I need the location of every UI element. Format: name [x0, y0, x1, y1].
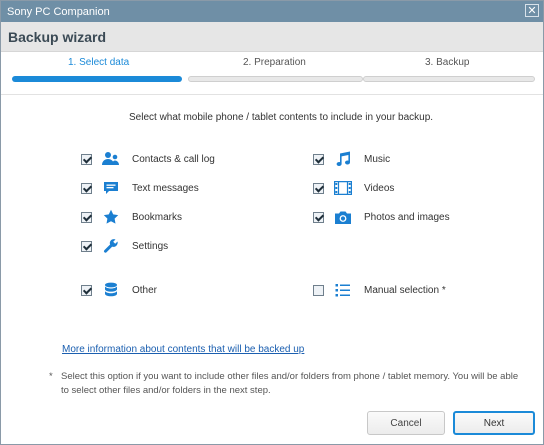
page-title: Backup wizard	[8, 28, 107, 45]
music-note-icon	[334, 150, 352, 168]
contacts-checkbox[interactable]	[81, 153, 92, 165]
cancel-button[interactable]: Cancel	[367, 411, 445, 435]
option-text-messages[interactable]: Text messages	[81, 178, 199, 198]
star-icon	[102, 208, 120, 226]
footnote-star: *	[49, 371, 53, 382]
more-info-link[interactable]: More information about contents that wil…	[62, 344, 304, 355]
text-messages-checkbox[interactable]	[81, 182, 92, 194]
contacts-label: Contacts & call log	[132, 153, 215, 165]
footnote-text: Select this option if you want to includ…	[61, 371, 519, 396]
option-photos[interactable]: Photos and images	[313, 207, 450, 227]
backup-wizard-window: Sony PC Companion ✕ Backup wizard 1. Sel…	[0, 0, 544, 445]
wizard-header: Backup wizard	[1, 22, 543, 52]
window-title: Sony PC Companion	[7, 5, 110, 18]
music-label: Music	[364, 153, 391, 165]
title-bar: Sony PC Companion ✕	[1, 1, 543, 22]
option-manual-selection[interactable]: Manual selection *	[313, 280, 446, 300]
other-label: Other	[132, 284, 158, 296]
music-checkbox[interactable]	[313, 153, 324, 165]
option-settings[interactable]: Settings	[81, 236, 168, 256]
photos-label: Photos and images	[364, 211, 450, 223]
close-button[interactable]: ✕	[525, 4, 539, 17]
videos-label: Videos	[364, 182, 395, 194]
list-icon	[334, 281, 352, 299]
wizard-steps: 1. Select data 2. Preparation 3. Backup	[1, 52, 543, 95]
step-select-data: 1. Select data	[68, 57, 130, 68]
other-checkbox[interactable]	[81, 284, 92, 296]
step-progress-backup	[363, 76, 535, 82]
videos-checkbox[interactable]	[313, 182, 324, 194]
message-icon	[102, 179, 120, 197]
settings-checkbox[interactable]	[81, 240, 92, 252]
next-button[interactable]: Next	[453, 411, 535, 435]
bookmarks-checkbox[interactable]	[81, 211, 92, 223]
bookmarks-label: Bookmarks	[132, 211, 183, 223]
settings-label: Settings	[132, 240, 169, 252]
instruction-text: Select what mobile phone / tablet conten…	[129, 112, 434, 123]
contacts-icon	[102, 150, 120, 168]
step-progress-active	[12, 76, 182, 82]
database-icon	[102, 281, 120, 299]
wrench-icon	[102, 237, 120, 255]
step-backup: 3. Backup	[425, 57, 470, 68]
step-preparation: 2. Preparation	[243, 57, 306, 68]
film-icon	[334, 179, 352, 197]
manual-selection-checkbox[interactable]	[313, 284, 324, 296]
option-contacts[interactable]: Contacts & call log	[81, 149, 215, 169]
option-other[interactable]: Other	[81, 280, 157, 300]
text-messages-label: Text messages	[132, 182, 199, 194]
footnote: * Select this option if you want to incl…	[49, 370, 519, 398]
step-progress-preparation	[188, 76, 363, 82]
option-bookmarks[interactable]: Bookmarks	[81, 207, 182, 227]
option-music[interactable]: Music	[313, 149, 390, 169]
manual-selection-label: Manual selection *	[364, 284, 446, 296]
photos-checkbox[interactable]	[313, 211, 324, 223]
camera-icon	[334, 208, 352, 226]
option-videos[interactable]: Videos	[313, 178, 394, 198]
